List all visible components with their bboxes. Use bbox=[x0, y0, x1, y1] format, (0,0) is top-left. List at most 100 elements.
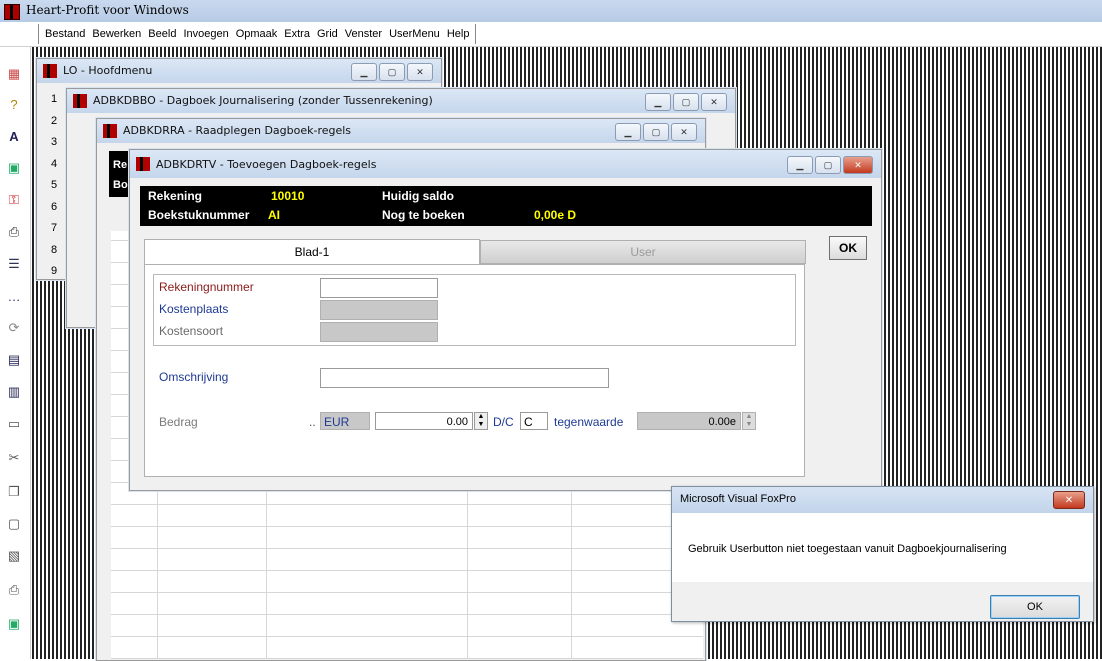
list-item[interactable]: 1 bbox=[51, 89, 57, 111]
window-icon[interactable]: ▭ bbox=[5, 415, 23, 433]
close-button[interactable]: ✕ bbox=[843, 156, 873, 174]
maximize-button[interactable]: ▢ bbox=[643, 123, 669, 141]
dc-label: D/C bbox=[493, 415, 514, 429]
tegenwaarde-label: tegenwaarde bbox=[554, 415, 624, 429]
tegenwaarde-spinner[interactable]: ▲ ▼ bbox=[742, 412, 756, 430]
tegenwaarde-input[interactable]: 0.00e bbox=[637, 412, 741, 430]
bedrag-label: Bedrag bbox=[159, 415, 198, 429]
currency-field[interactable]: EUR bbox=[320, 412, 370, 430]
menu-grid[interactable]: Grid bbox=[317, 28, 338, 40]
list-item[interactable]: 5 bbox=[51, 175, 57, 197]
kostenplaats-input[interactable] bbox=[320, 300, 438, 320]
maximize-button[interactable]: ▢ bbox=[673, 93, 699, 111]
menu-bar: Bestand Bewerken Beeld Invoegen Opmaak E… bbox=[0, 22, 1102, 47]
form-icon[interactable]: ▦ bbox=[5, 65, 23, 83]
list-item[interactable]: 3 bbox=[51, 132, 57, 154]
close-icon[interactable]: ✕ bbox=[1053, 491, 1085, 509]
window-titlebar: LO - Hoofdmenu ▁ ▢ ✕ bbox=[37, 59, 441, 83]
help-icon[interactable]: ? bbox=[5, 95, 23, 113]
menu-bewerken[interactable]: Bewerken bbox=[92, 28, 141, 40]
amount-input[interactable]: 0.00 bbox=[375, 412, 473, 430]
account-header: Rekening 10010 Huidig saldo Boekstuknumm… bbox=[140, 186, 872, 226]
tab-panel: Rekeningnummer Kostenplaats Kostensoort … bbox=[144, 264, 805, 477]
list-item[interactable]: 2 bbox=[51, 111, 57, 133]
nog-te-boeken-label: Nog te boeken bbox=[382, 208, 465, 222]
key-icon[interactable]: ⚿ bbox=[5, 191, 23, 209]
rekeningnummer-input[interactable] bbox=[320, 278, 438, 298]
maximize-button[interactable]: ▢ bbox=[379, 63, 405, 81]
minimize-button[interactable]: ▁ bbox=[787, 156, 813, 174]
calc-icon[interactable]: ▣ bbox=[5, 159, 23, 177]
kostensoort-input[interactable] bbox=[320, 322, 438, 342]
window-toevoegen-dagboek-regels: ADBKDRTV - Toevoegen Dagboek-regels ▁ ▢ … bbox=[129, 149, 882, 491]
dots-icon[interactable]: … bbox=[5, 287, 23, 305]
app-title-bar: Heart-Profit voor Windows bbox=[0, 0, 1102, 23]
dc-input[interactable]: C bbox=[520, 412, 548, 430]
refresh-icon[interactable]: ⟳ bbox=[5, 319, 23, 337]
boekstuknummer-value: AI bbox=[268, 208, 280, 222]
paste-icon[interactable]: ▢ bbox=[5, 515, 23, 533]
tab-user[interactable]: User bbox=[480, 240, 806, 264]
copy-icon[interactable]: ❐ bbox=[5, 483, 23, 501]
spell-icon[interactable]: A bbox=[5, 127, 23, 145]
window-app-icon bbox=[73, 94, 87, 108]
minimize-button[interactable]: ▁ bbox=[645, 93, 671, 111]
tab-blad-1[interactable]: Blad-1 bbox=[144, 239, 480, 264]
menu-beeld[interactable]: Beeld bbox=[148, 28, 176, 40]
print-icon[interactable]: ⎙ bbox=[5, 223, 23, 241]
currency-lookup-dots[interactable]: .. bbox=[309, 415, 316, 429]
menu-invoegen[interactable]: Invoegen bbox=[183, 28, 228, 40]
dialog-body: Gebruik Userbutton niet toegestaan vanui… bbox=[672, 513, 1093, 582]
window-app-icon bbox=[103, 124, 117, 138]
list-item[interactable]: 4 bbox=[51, 154, 57, 176]
rekening-label: Rekening bbox=[148, 189, 203, 203]
boekstuknummer-label: Boekstuknummer bbox=[148, 208, 250, 222]
menu-extra[interactable]: Extra bbox=[284, 28, 310, 40]
cut-icon[interactable]: ✂ bbox=[5, 449, 23, 467]
close-button[interactable]: ✕ bbox=[407, 63, 433, 81]
menu-help[interactable]: Help bbox=[447, 28, 470, 40]
close-button[interactable]: ✕ bbox=[701, 93, 727, 111]
menu-opmaak[interactable]: Opmaak bbox=[236, 28, 278, 40]
kostenplaats-label: Kostenplaats bbox=[159, 302, 229, 316]
menu-usermenu[interactable]: UserMenu bbox=[389, 28, 440, 40]
app-title: Heart-Profit voor Windows bbox=[26, 3, 189, 17]
kostensoort-label: Kostensoort bbox=[159, 324, 224, 338]
window-title: ADBKDBBO - Dagboek Journalisering (zonde… bbox=[93, 94, 433, 107]
ok-button[interactable]: OK bbox=[829, 236, 867, 260]
screen-icon[interactable]: ▣ bbox=[5, 615, 23, 633]
dialog-ok-button[interactable]: OK bbox=[990, 595, 1080, 619]
minimize-button[interactable]: ▁ bbox=[351, 63, 377, 81]
omschrijving-input[interactable] bbox=[320, 368, 609, 388]
window-titlebar: ADBKDBBO - Dagboek Journalisering (zonde… bbox=[67, 89, 735, 113]
list-icon[interactable]: ☰ bbox=[5, 255, 23, 273]
list-item[interactable]: 7 bbox=[51, 218, 57, 240]
menu-number-list: 1 2 3 4 5 6 7 8 9 bbox=[51, 89, 57, 283]
close-button[interactable]: ✕ bbox=[671, 123, 697, 141]
list-item[interactable]: 9 bbox=[51, 261, 57, 283]
window-app-icon bbox=[136, 157, 150, 171]
nog-te-boeken-value: 0,00e D bbox=[534, 208, 577, 222]
window-titlebar: ADBKDRTV - Toevoegen Dagboek-regels ▁ ▢ … bbox=[130, 150, 881, 178]
printer-icon[interactable]: ⎙ bbox=[5, 581, 23, 599]
window-titlebar: ADBKDRRA - Raadplegen Dagboek-regels ▁ ▢… bbox=[97, 119, 705, 143]
message-dialog: Microsoft Visual FoxPro ✕ Gebruik Userbu… bbox=[671, 486, 1094, 622]
menu-venster[interactable]: Venster bbox=[345, 28, 382, 40]
document-icon[interactable]: ▧ bbox=[5, 547, 23, 565]
edit-icon[interactable]: ▤ bbox=[5, 351, 23, 369]
list-item[interactable]: 8 bbox=[51, 240, 57, 262]
app-logo-icon bbox=[4, 4, 20, 20]
dialog-title: Microsoft Visual FoxPro bbox=[680, 493, 796, 505]
maximize-button[interactable]: ▢ bbox=[815, 156, 841, 174]
rekeningnummer-label: Rekeningnummer bbox=[159, 280, 254, 294]
dialog-message: Gebruik Userbutton niet toegestaan vanui… bbox=[688, 543, 1007, 555]
chart-icon[interactable]: ▥ bbox=[5, 383, 23, 401]
list-item[interactable]: 6 bbox=[51, 197, 57, 219]
amount-spinner[interactable]: ▲ ▼ bbox=[474, 412, 488, 430]
left-toolbar: ▦ ? A ▣ ⚿ ⎙ ☰ … ⟳ ▤ ▥ ▭ ✂ ❐ ▢ ▧ ⎙ ▣ bbox=[0, 47, 31, 659]
dialog-titlebar: Microsoft Visual FoxPro ✕ bbox=[672, 487, 1093, 513]
minimize-button[interactable]: ▁ bbox=[615, 123, 641, 141]
menu-bestand[interactable]: Bestand bbox=[45, 28, 85, 40]
window-title: ADBKDRRA - Raadplegen Dagboek-regels bbox=[123, 124, 352, 137]
omschrijving-label: Omschrijving bbox=[159, 370, 229, 384]
